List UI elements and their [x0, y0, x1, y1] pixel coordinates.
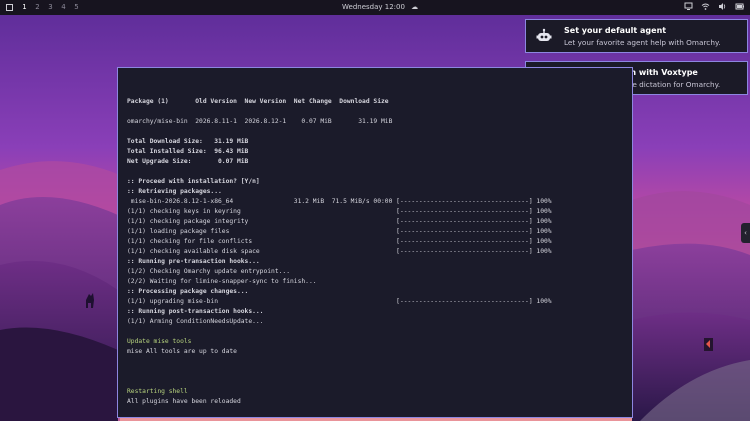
terminal-line: All plugins have been reloaded [127, 398, 241, 405]
terminal-line: (1/1) Arming ConditionNeedsUpdate... [127, 318, 264, 325]
apps-icon[interactable] [6, 3, 13, 11]
terminal-line: (1/1) checking keys in keyring [--------… [127, 208, 552, 215]
terminal-line: Update mise tools [127, 338, 192, 345]
terminal-line: :: Running pre-transaction hooks... [127, 258, 260, 265]
terminal-line: :: Retrieving packages... [127, 188, 222, 195]
robot-icon [536, 28, 552, 41]
terminal-output: Package (1) Old Version New Version Net … [127, 87, 628, 418]
terminal-line: omarchy/mise-bin 2026.8.11-1 2026.8.12-1… [127, 118, 393, 125]
terminal-line: (1/2) Checking Omarchy update entrypoint… [127, 268, 291, 275]
clock-text: Wednesday 12:00 [342, 3, 405, 11]
battery-icon[interactable] [735, 2, 745, 11]
display-icon[interactable] [684, 2, 693, 11]
terminal-prompt-line: Done! Press any key to close... [127, 417, 628, 418]
terminal-line: (1/1) upgrading mise-bin [--------------… [127, 298, 552, 305]
terminal-window[interactable]: Package (1) Old Version New Version Net … [117, 67, 633, 418]
system-tray [684, 2, 745, 11]
terminal-line: (2/2) Waiting for limine-snapper-sync to… [127, 278, 317, 285]
terminal-line: :: Running post-transaction hooks... [127, 308, 264, 315]
top-bar: 1 2 3 4 5 Wednesday 12:00 ☁ [0, 0, 750, 15]
workspace-switcher: 1 2 3 4 5 [6, 3, 80, 11]
terminal-line: Net Upgrade Size: 0.07 MiB [127, 158, 249, 165]
terminal-line: :: Proceed with installation? [Y/n] [127, 178, 260, 185]
notification-body: Let your favorite agent help with Omarch… [564, 38, 721, 47]
terminal-line: Total Download Size: 31.19 MiB [127, 138, 249, 145]
terminal-line: (1/1) checking for file conflicts [-----… [127, 238, 552, 245]
terminal-line: (1/1) checking package integrity [------… [127, 218, 552, 225]
wifi-icon[interactable] [701, 2, 710, 11]
clock[interactable]: Wednesday 12:00 ☁ [342, 3, 418, 11]
terminal-line: :: Processing package changes... [127, 288, 249, 295]
speaker-icon[interactable] [718, 2, 727, 11]
terminal-line: Package (1) Old Version New Version Net … [127, 98, 389, 105]
workspace-2[interactable]: 2 [34, 3, 41, 11]
terminal-line: (1/1) checking available disk space [---… [127, 248, 552, 255]
terminal-line: (1/1) loading package files [-----------… [127, 228, 552, 235]
terminal-line: Total Installed Size: 96.43 MiB [127, 148, 249, 155]
terminal-line: Restarting shell [127, 388, 188, 395]
notification-default-agent[interactable]: Set your default agent Let your favorite… [525, 19, 748, 53]
workspace-5[interactable]: 5 [73, 3, 80, 11]
terminal-line: mise All tools are up to date [127, 348, 237, 355]
workspace-1[interactable]: 1 [21, 3, 28, 11]
terminal-line: mise-bin-2026.8.12-1-x86_64 31.2 MiB 71.… [127, 198, 552, 205]
workspace-4[interactable]: 4 [60, 3, 67, 11]
side-panel-handle[interactable]: ‹ [741, 223, 750, 243]
workspace-3[interactable]: 3 [47, 3, 54, 11]
cursor [251, 417, 255, 418]
cloud-icon: ☁ [411, 3, 419, 11]
notification-title: Set your default agent [564, 26, 667, 35]
